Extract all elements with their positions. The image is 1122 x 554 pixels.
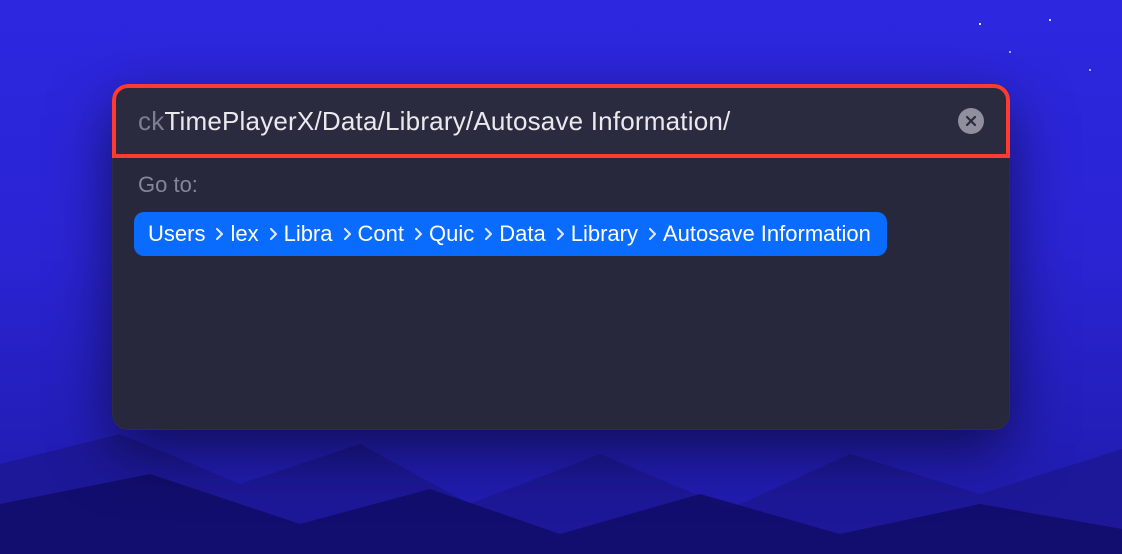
- goto-label: Go to:: [138, 172, 988, 198]
- path-input[interactable]: ckTimePlayerX/Data/Library/Autosave Info…: [138, 106, 948, 137]
- breadcrumb-segment-label: Libra: [284, 221, 333, 247]
- clear-input-button[interactable]: [958, 108, 984, 134]
- breadcrumb-segment-label: lex: [230, 221, 258, 247]
- breadcrumb-segment[interactable]: Autosave Information: [663, 221, 871, 247]
- path-input-text: TimePlayerX/Data/Library/Autosave Inform…: [164, 106, 730, 136]
- suggestions-area: Go to: Users lex Libra Cont Quic Data Library A…: [112, 158, 1010, 276]
- chevron-right-icon: [484, 227, 493, 241]
- chevron-right-icon: [215, 227, 224, 241]
- go-to-folder-panel: ckTimePlayerX/Data/Library/Autosave Info…: [112, 84, 1010, 430]
- breadcrumb-segment[interactable]: Users: [148, 221, 205, 247]
- breadcrumb-segment-label: Data: [499, 221, 545, 247]
- breadcrumb-segment-label: Cont: [358, 221, 404, 247]
- chevron-right-icon: [414, 227, 423, 241]
- chevron-right-icon: [269, 227, 278, 241]
- breadcrumb-segment[interactable]: Data: [499, 221, 545, 247]
- breadcrumb-segment-label: Quic: [429, 221, 474, 247]
- path-input-row[interactable]: ckTimePlayerX/Data/Library/Autosave Info…: [112, 84, 1010, 158]
- breadcrumb-segment[interactable]: lex: [230, 221, 258, 247]
- breadcrumb-segment-label: Autosave Information: [663, 221, 871, 247]
- breadcrumb-segment[interactable]: Library: [571, 221, 638, 247]
- chevron-right-icon: [556, 227, 565, 241]
- chevron-right-icon: [648, 227, 657, 241]
- chevron-right-icon: [343, 227, 352, 241]
- close-icon: [965, 115, 977, 127]
- breadcrumb-segment-label: Library: [571, 221, 638, 247]
- breadcrumb-segment[interactable]: Cont: [358, 221, 404, 247]
- path-input-overflow-dim: ck: [138, 106, 164, 136]
- breadcrumb-suggestion[interactable]: Users lex Libra Cont Quic Data Library Autosave…: [134, 212, 887, 256]
- breadcrumb-segment[interactable]: Libra: [284, 221, 333, 247]
- breadcrumb-segment[interactable]: Quic: [429, 221, 474, 247]
- breadcrumb-segment-label: Users: [148, 221, 205, 247]
